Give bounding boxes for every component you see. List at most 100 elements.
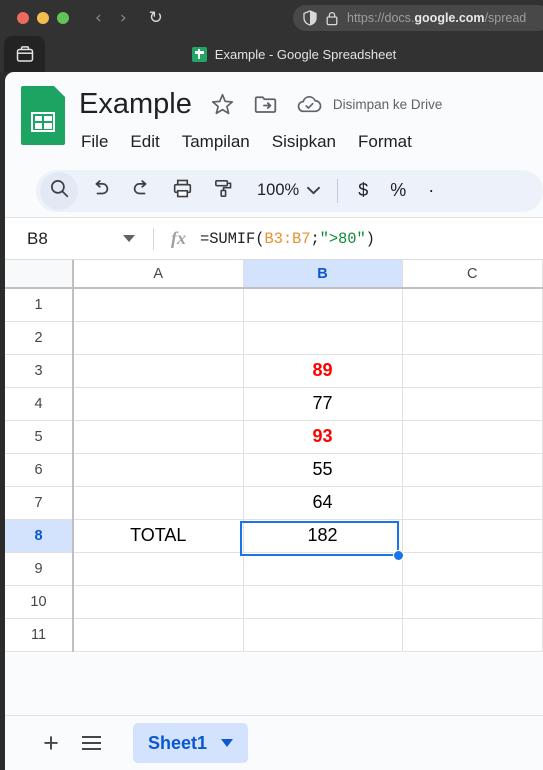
- fill-handle[interactable]: [393, 550, 404, 561]
- paint-format-button[interactable]: [204, 172, 242, 210]
- tab-group-button[interactable]: [4, 36, 45, 72]
- table-row: 5 93: [5, 420, 543, 454]
- toolbar-overflow-button[interactable]: ·: [417, 180, 445, 201]
- browser-tab-title: Example - Google Spreadsheet: [214, 46, 397, 62]
- name-box-chevron-down-icon[interactable]: [123, 235, 135, 242]
- page-title[interactable]: Example: [79, 88, 192, 121]
- menu-item-sisipkan[interactable]: Sisipkan: [261, 129, 347, 155]
- sheets-logo-grid: [31, 112, 55, 132]
- row-header-11[interactable]: 11: [5, 618, 74, 652]
- row-header-5[interactable]: 5: [5, 420, 74, 454]
- reload-icon[interactable]: ↻: [149, 9, 163, 27]
- back-icon[interactable]: ‹: [95, 9, 102, 27]
- row-header-6[interactable]: 6: [5, 453, 74, 487]
- main-toolbar: 100% $ % ·: [36, 169, 543, 212]
- cell-c7[interactable]: [402, 486, 543, 520]
- cell-c1[interactable]: [402, 288, 543, 322]
- sheet-tab-sheet1[interactable]: Sheet1: [133, 723, 249, 763]
- formula-input[interactable]: =SUMIF(B3:B7;">80"): [200, 230, 375, 248]
- cell-b4[interactable]: 77: [243, 387, 403, 421]
- cell-c5[interactable]: [402, 420, 543, 454]
- browser-tabstrip: Example - Google Spreadsheet: [0, 36, 543, 72]
- shield-icon[interactable]: [303, 10, 317, 26]
- search-button[interactable]: [40, 171, 78, 210]
- cell-c11[interactable]: [402, 618, 543, 652]
- currency-format-button[interactable]: $: [347, 180, 379, 201]
- row-header-9[interactable]: 9: [5, 552, 74, 586]
- cell-a7[interactable]: [73, 486, 244, 520]
- undo-icon: [90, 178, 111, 204]
- formula-range-ref: B3:B7: [264, 229, 311, 248]
- cell-b5[interactable]: 93: [243, 420, 403, 454]
- cell-a1[interactable]: [73, 288, 244, 322]
- sheet-tab-chevron-down-icon[interactable]: [221, 739, 234, 747]
- row-header-8[interactable]: 8: [5, 519, 74, 553]
- cell-b7[interactable]: 64: [243, 486, 403, 520]
- table-row: 3 89: [5, 354, 543, 388]
- cell-b3[interactable]: 89: [243, 354, 403, 388]
- cell-a8[interactable]: TOTAL: [73, 519, 244, 553]
- column-header-a[interactable]: A: [73, 260, 244, 289]
- forward-icon[interactable]: ›: [120, 9, 127, 27]
- cell-b11[interactable]: [243, 618, 403, 652]
- select-all-corner[interactable]: [5, 260, 74, 289]
- cell-a10[interactable]: [73, 585, 244, 619]
- spreadsheet-grid[interactable]: A B C 1 2 3 89 4 77 5 93 6 55 7 64 8 TOT…: [5, 260, 543, 653]
- address-bar[interactable]: https://docs.google.com/spread: [293, 5, 543, 31]
- row-header-1[interactable]: 1: [5, 288, 74, 322]
- url-suffix: /spread: [484, 11, 527, 25]
- sheets-favicon-icon: [191, 46, 207, 62]
- menu-item-edit[interactable]: Edit: [119, 129, 170, 155]
- cell-c9[interactable]: [402, 552, 543, 586]
- redo-button[interactable]: [122, 172, 160, 210]
- cell-a9[interactable]: [73, 552, 244, 586]
- move-to-folder-icon[interactable]: [253, 92, 278, 117]
- row-header-3[interactable]: 3: [5, 354, 74, 388]
- sheets-logo-icon[interactable]: [21, 86, 65, 145]
- cell-a11[interactable]: [73, 618, 244, 652]
- cell-b2[interactable]: [243, 321, 403, 355]
- cell-c3[interactable]: [402, 354, 543, 388]
- close-window-button[interactable]: [17, 12, 29, 24]
- cell-b8[interactable]: 182: [243, 519, 403, 553]
- browser-tab-example[interactable]: Example - Google Spreadsheet: [45, 36, 543, 72]
- all-sheets-button[interactable]: [71, 723, 111, 763]
- menu-item-format[interactable]: Format: [347, 129, 423, 155]
- column-header-b[interactable]: B: [243, 260, 403, 289]
- cell-a5[interactable]: [73, 420, 244, 454]
- column-header-c[interactable]: C: [402, 260, 543, 289]
- star-icon[interactable]: [210, 92, 235, 117]
- row-header-7[interactable]: 7: [5, 486, 74, 520]
- cell-a2[interactable]: [73, 321, 244, 355]
- cell-b10[interactable]: [243, 585, 403, 619]
- maximize-window-button[interactable]: [57, 12, 69, 24]
- add-sheet-button[interactable]: +: [31, 723, 71, 763]
- menu-item-tampilan[interactable]: Tampilan: [171, 129, 261, 155]
- cell-c4[interactable]: [402, 387, 543, 421]
- cell-a6[interactable]: [73, 453, 244, 487]
- row-header-4[interactable]: 4: [5, 387, 74, 421]
- window-traffic-lights: [17, 12, 69, 24]
- cell-c10[interactable]: [402, 585, 543, 619]
- sheet-tab-label: Sheet1: [148, 732, 208, 753]
- name-box[interactable]: B8: [5, 218, 153, 259]
- undo-button[interactable]: [81, 172, 119, 210]
- cell-c6[interactable]: [402, 453, 543, 487]
- table-row: 8 TOTAL 182: [5, 519, 543, 553]
- percent-format-button[interactable]: %: [379, 180, 417, 201]
- cell-b1[interactable]: [243, 288, 403, 322]
- cell-a3[interactable]: [73, 354, 244, 388]
- cell-c2[interactable]: [402, 321, 543, 355]
- cloud-saved-icon[interactable]: [296, 92, 323, 117]
- row-header-2[interactable]: 2: [5, 321, 74, 355]
- cell-c8[interactable]: [402, 519, 543, 553]
- menu-item-file[interactable]: File: [79, 129, 119, 155]
- minimize-window-button[interactable]: [37, 12, 49, 24]
- cell-b6[interactable]: 55: [243, 453, 403, 487]
- document-title-row: Example Disimpan ke Drive: [79, 84, 442, 124]
- cell-a4[interactable]: [73, 387, 244, 421]
- zoom-selector[interactable]: 100%: [245, 174, 328, 208]
- row-header-10[interactable]: 10: [5, 585, 74, 619]
- print-button[interactable]: [163, 172, 201, 210]
- cell-b9[interactable]: [243, 552, 403, 586]
